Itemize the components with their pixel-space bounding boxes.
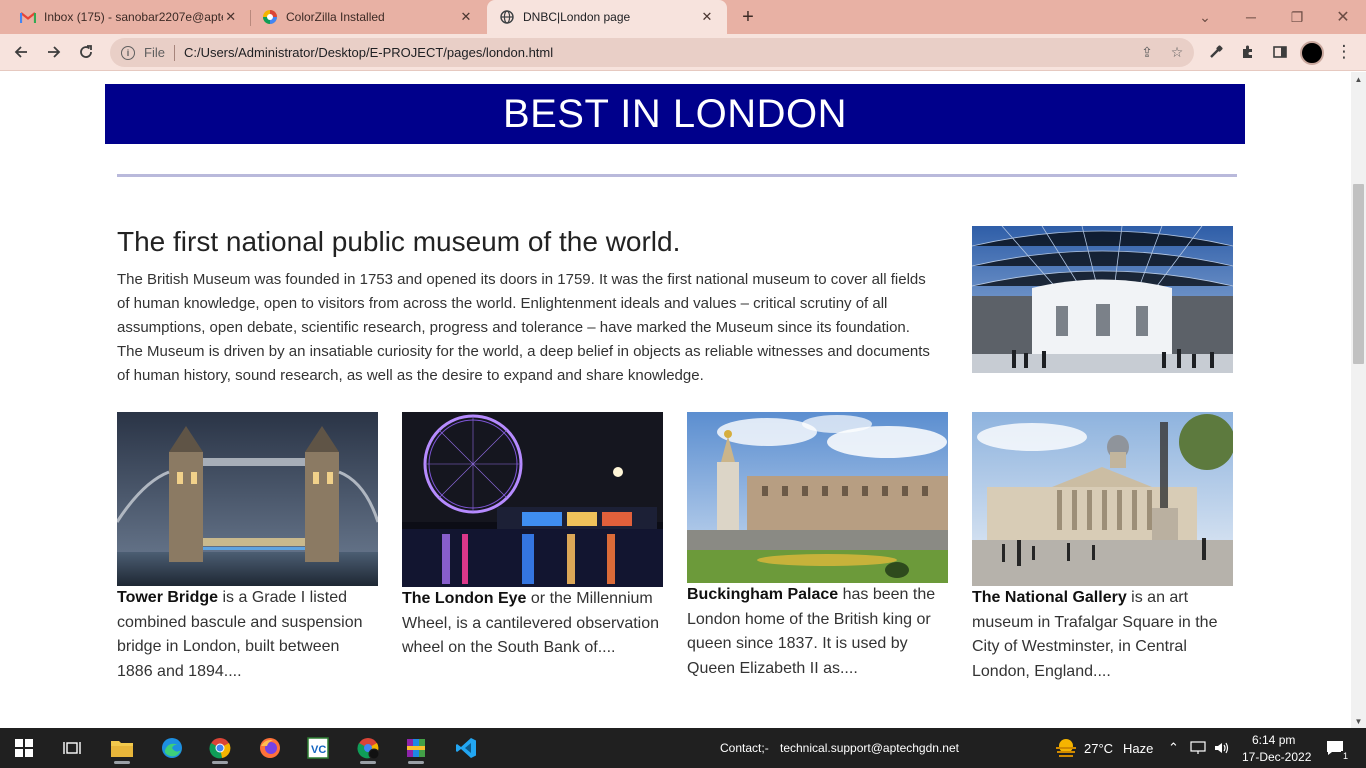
tower-bridge-image	[117, 412, 378, 586]
page-banner: BEST IN LONDON	[105, 84, 1245, 144]
chrome-icon[interactable]	[204, 732, 236, 764]
tab-search-icon[interactable]: ⌄	[1182, 0, 1228, 34]
close-window-button[interactable]: ✕	[1320, 0, 1366, 34]
card-title: The London Eye	[402, 590, 527, 607]
address-url[interactable]: C:/Users/Administrator/Desktop/E-PROJECT…	[184, 45, 1134, 60]
task-view-icon[interactable]	[56, 732, 88, 764]
address-scheme: File	[144, 45, 165, 60]
address-divider	[173, 44, 175, 61]
reload-button[interactable]	[72, 38, 100, 66]
banner-title: BEST IN LONDON	[502, 91, 848, 136]
forward-button[interactable]	[40, 38, 68, 66]
close-icon[interactable]: ✕	[699, 9, 715, 25]
new-tab-button[interactable]: +	[736, 5, 760, 29]
card-title: Tower Bridge	[117, 589, 219, 606]
reload-icon	[80, 45, 92, 58]
card-caption-london-eye: The London Eye or the Millennium Wheel, …	[402, 587, 664, 661]
firefox-icon[interactable]	[254, 732, 286, 764]
file-explorer-icon[interactable]	[106, 732, 138, 764]
windows-taskbar: VC Contact;- technical.support@aptechgdn…	[0, 728, 1366, 768]
vs-code-alt-icon[interactable]: VC	[302, 732, 334, 764]
weather-description: Haze	[1123, 740, 1154, 756]
tab-title: ColorZilla Installed	[286, 10, 385, 24]
card-caption-national-gallery: The National Gallery is an art museum in…	[972, 586, 1234, 684]
close-icon[interactable]: ✕	[223, 9, 238, 25]
back-arrow-icon	[14, 46, 27, 58]
running-indicator	[360, 761, 376, 764]
clock-date[interactable]: 17-Dec-2022	[1242, 737, 1311, 768]
card-caption-tower-bridge: Tower Bridge is a Grade I listed combine…	[117, 586, 379, 684]
weather-haze-icon[interactable]	[1050, 732, 1082, 764]
running-indicator	[114, 761, 130, 764]
weather-temperature: 27°C	[1084, 740, 1114, 756]
tab-strip: Inbox (175) - sanobar2207e@aptech ✕ Colo…	[0, 0, 1366, 34]
globe-icon	[499, 9, 515, 25]
card-caption-buckingham-palace: Buckingham Palace has been the London ho…	[687, 583, 949, 681]
profile-avatar[interactable]	[1300, 41, 1324, 65]
tab-title: Inbox (175) - sanobar2207e@aptech	[44, 10, 224, 24]
contact-email: technical.support@aptechgdn.net	[780, 741, 959, 755]
tab-london-page[interactable]: DNBC|London page ✕	[487, 0, 727, 34]
scroll-up-arrow-icon[interactable]: ▲	[1351, 72, 1366, 86]
extensions-puzzle-icon[interactable]	[1234, 38, 1262, 66]
vscode-icon[interactable]	[450, 732, 482, 764]
winrar-icon[interactable]	[400, 732, 432, 764]
divider-rule	[117, 174, 1237, 177]
edge-icon[interactable]	[156, 732, 188, 764]
card-title: The National Gallery	[972, 589, 1127, 606]
contact-label: Contact;-	[720, 741, 769, 755]
scroll-down-arrow-icon[interactable]: ▼	[1351, 714, 1366, 728]
chrome-profile-icon[interactable]	[352, 732, 384, 764]
svg-text:VC: VC	[311, 744, 326, 756]
chevron-up-icon[interactable]: ⌃	[1168, 728, 1179, 768]
vertical-scrollbar[interactable]: ▲ ▼	[1351, 72, 1366, 728]
notification-count: 1	[1340, 751, 1350, 761]
address-bar[interactable]: i File C:/Users/Administrator/Desktop/E-…	[110, 38, 1194, 67]
tab-colorzilla[interactable]: ColorZilla Installed ✕	[250, 0, 486, 34]
eyedropper-icon[interactable]	[1202, 38, 1230, 66]
intro-paragraph: The British Museum was founded in 1753 a…	[117, 271, 930, 384]
info-icon[interactable]: i	[121, 45, 135, 60]
card-title: Buckingham Palace	[687, 586, 839, 603]
minimize-button[interactable]: ─	[1228, 0, 1274, 34]
restore-button[interactable]: ❐	[1274, 0, 1320, 34]
running-indicator	[408, 761, 424, 764]
close-icon[interactable]: ✕	[458, 9, 474, 25]
back-button[interactable]	[7, 38, 35, 66]
browser-toolbar: i File C:/Users/Administrator/Desktop/E-…	[0, 34, 1366, 71]
network-icon[interactable]	[1186, 732, 1210, 764]
london-eye-image	[402, 412, 663, 587]
page-viewport: BEST IN LONDON The first national public…	[0, 72, 1351, 728]
scrollbar-thumb[interactable]	[1353, 184, 1364, 364]
bookmark-star-icon[interactable]: ☆	[1164, 44, 1190, 61]
buckingham-palace-image	[687, 412, 948, 583]
forward-arrow-icon	[48, 46, 61, 58]
windows-start-icon[interactable]	[8, 732, 40, 764]
tab-title: DNBC|London page	[523, 10, 631, 24]
national-gallery-image	[972, 412, 1233, 586]
gmail-icon	[20, 9, 36, 25]
colorzilla-icon	[262, 9, 278, 25]
notification-icon[interactable]: 1	[1320, 732, 1350, 764]
side-panel-icon[interactable]	[1266, 38, 1294, 66]
running-indicator	[212, 761, 228, 764]
section-heading: The first national public museum of the …	[117, 226, 681, 257]
british-museum-image	[972, 226, 1233, 373]
share-icon[interactable]: ⇪	[1134, 44, 1160, 61]
menu-kebab-icon[interactable]: ⋮	[1330, 38, 1358, 66]
volume-icon[interactable]	[1210, 732, 1234, 764]
tab-gmail[interactable]: Inbox (175) - sanobar2207e@aptech ✕	[8, 0, 250, 34]
